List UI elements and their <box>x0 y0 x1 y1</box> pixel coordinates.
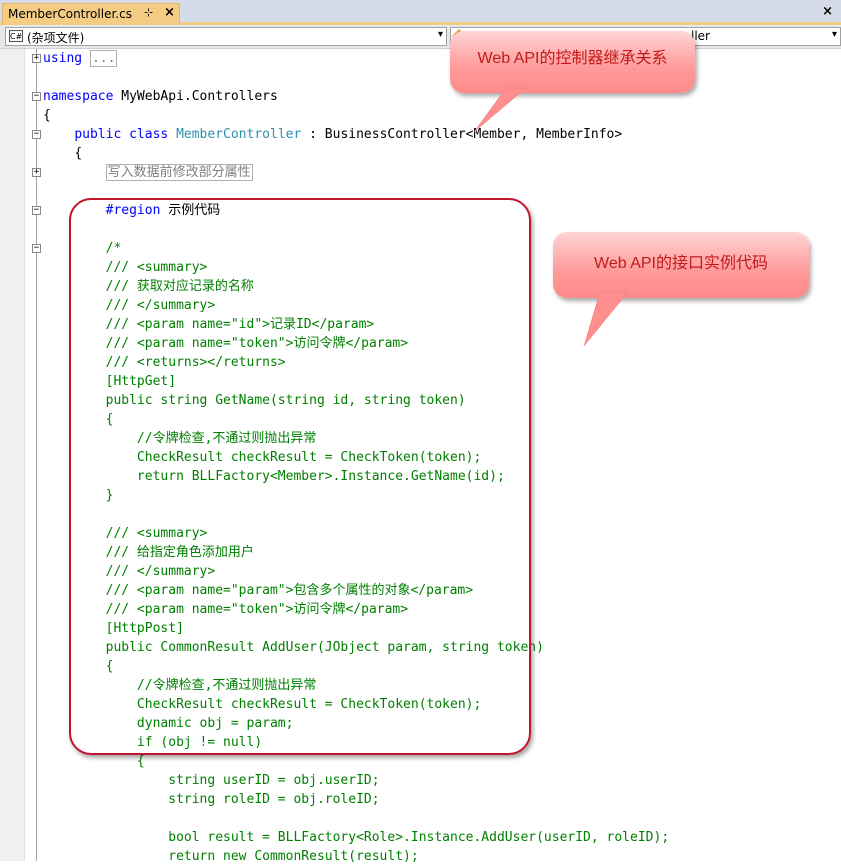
callout-controller-inheritance: Web API的控制器继承关系 <box>450 31 695 93</box>
expand-region-icon[interactable]: + <box>32 168 41 177</box>
code-line-collapsed-region: 写入数据前修改部分属性 <box>43 163 253 182</box>
code-line: string roleID = obj.roleID; <box>105 792 380 807</box>
csharp-file-icon: C# <box>9 30 23 42</box>
close-tab-icon[interactable]: × <box>164 5 175 20</box>
code-line: { <box>43 108 51 123</box>
collapse-class-icon[interactable]: − <box>32 130 41 139</box>
document-tab-strip: MemberController.cs ⊹ × × <box>0 0 841 25</box>
callout-pointer <box>583 291 629 347</box>
collapsed-using-block[interactable]: ... <box>89 50 118 67</box>
callout-text: Web API的控制器继承关系 <box>477 50 668 67</box>
code-line-class: public class MemberController : Business… <box>74 127 623 142</box>
code-line: return new CommonResult(result); <box>105 849 419 864</box>
indicator-margin <box>0 49 25 861</box>
collapse-region-icon[interactable]: − <box>32 206 41 215</box>
callout-text: Web API的接口实例代码 <box>594 255 768 272</box>
close-window-icon[interactable]: × <box>822 4 833 19</box>
project-dropdown-value: (杂项文件) <box>27 31 85 45</box>
collapsed-region[interactable]: 写入数据前修改部分属性 <box>105 164 253 181</box>
callout-api-example: Web API的接口实例代码 <box>553 232 809 298</box>
callout-pointer <box>473 87 527 133</box>
project-dropdown[interactable]: C# (杂项文件) ▾ <box>5 27 447 46</box>
code-line-namespace: namespace MyWebApi.Controllers <box>43 89 278 104</box>
navigation-bar: C# (杂项文件) ▾ ller ▾ <box>0 25 841 49</box>
pin-icon[interactable]: ⊹ <box>144 6 153 19</box>
tab-title: MemberController.cs <box>8 7 132 21</box>
code-line: string userID = obj.userID; <box>105 773 380 788</box>
code-line: bool result = BLLFactory<Role>.Instance.… <box>105 830 670 845</box>
collapse-comment-icon[interactable]: − <box>32 244 41 253</box>
code-line-using: using ... <box>43 50 118 67</box>
chevron-down-icon[interactable]: ▾ <box>438 29 443 40</box>
tab-membercontroller[interactable]: MemberController.cs ⊹ × <box>2 3 180 25</box>
collapse-namespace-icon[interactable]: − <box>32 92 41 101</box>
expand-using-icon[interactable]: + <box>32 54 41 63</box>
chevron-down-icon[interactable]: ▾ <box>832 29 837 40</box>
code-line: { <box>74 146 83 161</box>
highlight-box <box>69 198 531 755</box>
